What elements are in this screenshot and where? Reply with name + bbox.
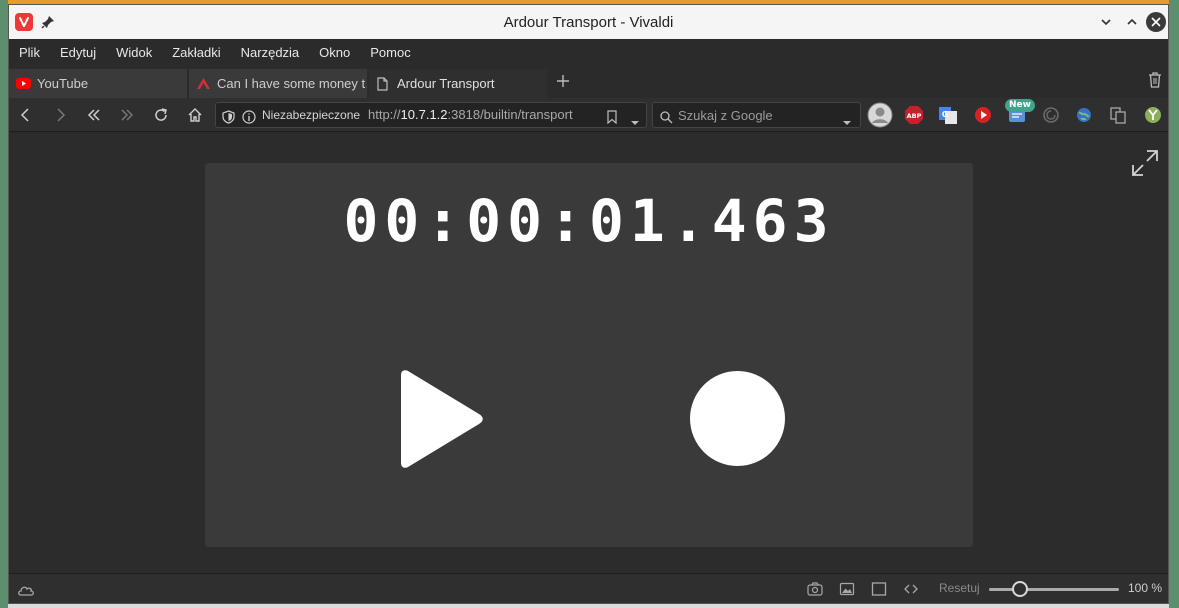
image-icon[interactable]	[839, 581, 855, 597]
zoom-slider[interactable]	[989, 580, 1119, 598]
zoom-level: 100 %	[1128, 581, 1163, 595]
profile-avatar-icon[interactable]	[867, 102, 893, 128]
trash-icon[interactable]	[1147, 71, 1163, 89]
svg-text:ABP: ABP	[907, 112, 922, 120]
home-icon[interactable]	[186, 106, 204, 124]
desktop-right-edge	[1169, 0, 1179, 608]
menu-pomoc[interactable]: Pomoc	[370, 45, 410, 60]
back-button[interactable]	[17, 106, 35, 124]
cloud-sync-icon[interactable]	[17, 582, 35, 596]
forward-button[interactable]	[51, 106, 69, 124]
tab-bar: YouTube Can I have some money t… Ardour …	[9, 65, 1168, 98]
tab-label: Ardour Transport	[397, 76, 495, 91]
zoom-slider-handle[interactable]	[1012, 581, 1028, 597]
url-prefix: http://	[368, 107, 401, 122]
adblock-plus-icon[interactable]: ABP	[904, 105, 924, 125]
tab-ardour-question[interactable]: Can I have some money t…	[189, 69, 367, 98]
transport-panel: 00:00:01.463	[205, 163, 973, 547]
rewind-button[interactable]	[85, 106, 103, 124]
menu-narzedzia[interactable]: Narzędzia	[241, 45, 300, 60]
window-icon[interactable]	[871, 581, 887, 597]
menu-plik[interactable]: Plik	[19, 45, 40, 60]
tab-label: YouTube	[37, 76, 89, 91]
yoroi-extension-icon[interactable]	[1143, 105, 1163, 125]
search-input[interactable]: Szukaj z Google	[652, 102, 861, 128]
info-icon[interactable]	[242, 109, 256, 124]
chevron-down-icon[interactable]	[630, 112, 640, 125]
google-translate-icon[interactable]: G	[938, 105, 958, 125]
url-field[interactable]: Niezabezpieczone http://10.7.1.2:3818/bu…	[215, 102, 647, 128]
fullscreen-icon[interactable]	[1131, 149, 1159, 177]
window-title: Ardour Transport - Vivaldi	[503, 14, 674, 31]
search-engine-chevron-icon[interactable]	[842, 112, 852, 125]
fast-forward-button[interactable]	[118, 106, 136, 124]
copy-tabs-icon[interactable]	[1108, 105, 1128, 125]
desktop-left-edge	[0, 0, 8, 608]
tab-youtube[interactable]: YouTube	[9, 69, 187, 98]
title-bar: Ardour Transport - Vivaldi	[9, 5, 1168, 39]
ardour-icon	[196, 77, 211, 90]
zoom-reset-button[interactable]: Resetuj	[939, 581, 980, 595]
status-bar: Resetuj 100 %	[9, 573, 1168, 603]
menu-bar: Plik Edytuj Widok Zakładki Narzędzia Okn…	[9, 39, 1168, 65]
video-player-extension-icon[interactable]	[973, 105, 993, 125]
youtube-icon	[16, 77, 31, 90]
transport-clock: 00:00:01.463	[343, 187, 835, 255]
document-icon	[376, 77, 391, 91]
bookmark-icon[interactable]	[606, 109, 618, 125]
menu-okno[interactable]: Okno	[319, 45, 350, 60]
url-text[interactable]: http://10.7.1.2:3818/builtin/transport	[368, 107, 573, 122]
new-tab-button[interactable]	[553, 71, 573, 91]
address-toolbar: Niezabezpieczone http://10.7.1.2:3818/bu…	[9, 98, 1168, 132]
svg-text:G: G	[942, 110, 949, 119]
record-button[interactable]	[690, 371, 785, 466]
search-placeholder: Szukaj z Google	[678, 108, 773, 123]
tab-ardour-transport[interactable]: Ardour Transport	[369, 69, 547, 98]
menu-zakladki[interactable]: Zakładki	[172, 45, 220, 60]
search-icon	[659, 109, 675, 124]
page-content: 00:00:01.463	[9, 133, 1168, 573]
play-button[interactable]	[393, 369, 485, 469]
shield-icon[interactable]	[222, 109, 235, 124]
tab-label: Can I have some money t…	[217, 76, 367, 91]
new-badge: New	[1005, 99, 1035, 112]
url-host: 10.7.1.2	[400, 107, 448, 122]
refresh-extension-icon[interactable]	[1041, 105, 1061, 125]
menu-widok[interactable]: Widok	[116, 45, 152, 60]
zoom-slider-track[interactable]	[989, 588, 1119, 591]
browser-window: Ardour Transport - Vivaldi Plik Edytuj W…	[8, 4, 1169, 604]
menu-edytuj[interactable]: Edytuj	[60, 45, 96, 60]
minimize-button[interactable]	[1097, 13, 1115, 31]
url-path: :3818/builtin/transport	[447, 107, 573, 122]
security-label[interactable]: Niezabezpieczone	[262, 108, 360, 122]
code-icon[interactable]	[903, 581, 919, 597]
maximize-button[interactable]	[1123, 13, 1141, 31]
reload-icon[interactable]	[152, 106, 170, 124]
globe-icon[interactable]	[1074, 105, 1094, 125]
camera-icon[interactable]	[807, 581, 823, 597]
close-button[interactable]	[1146, 12, 1166, 32]
